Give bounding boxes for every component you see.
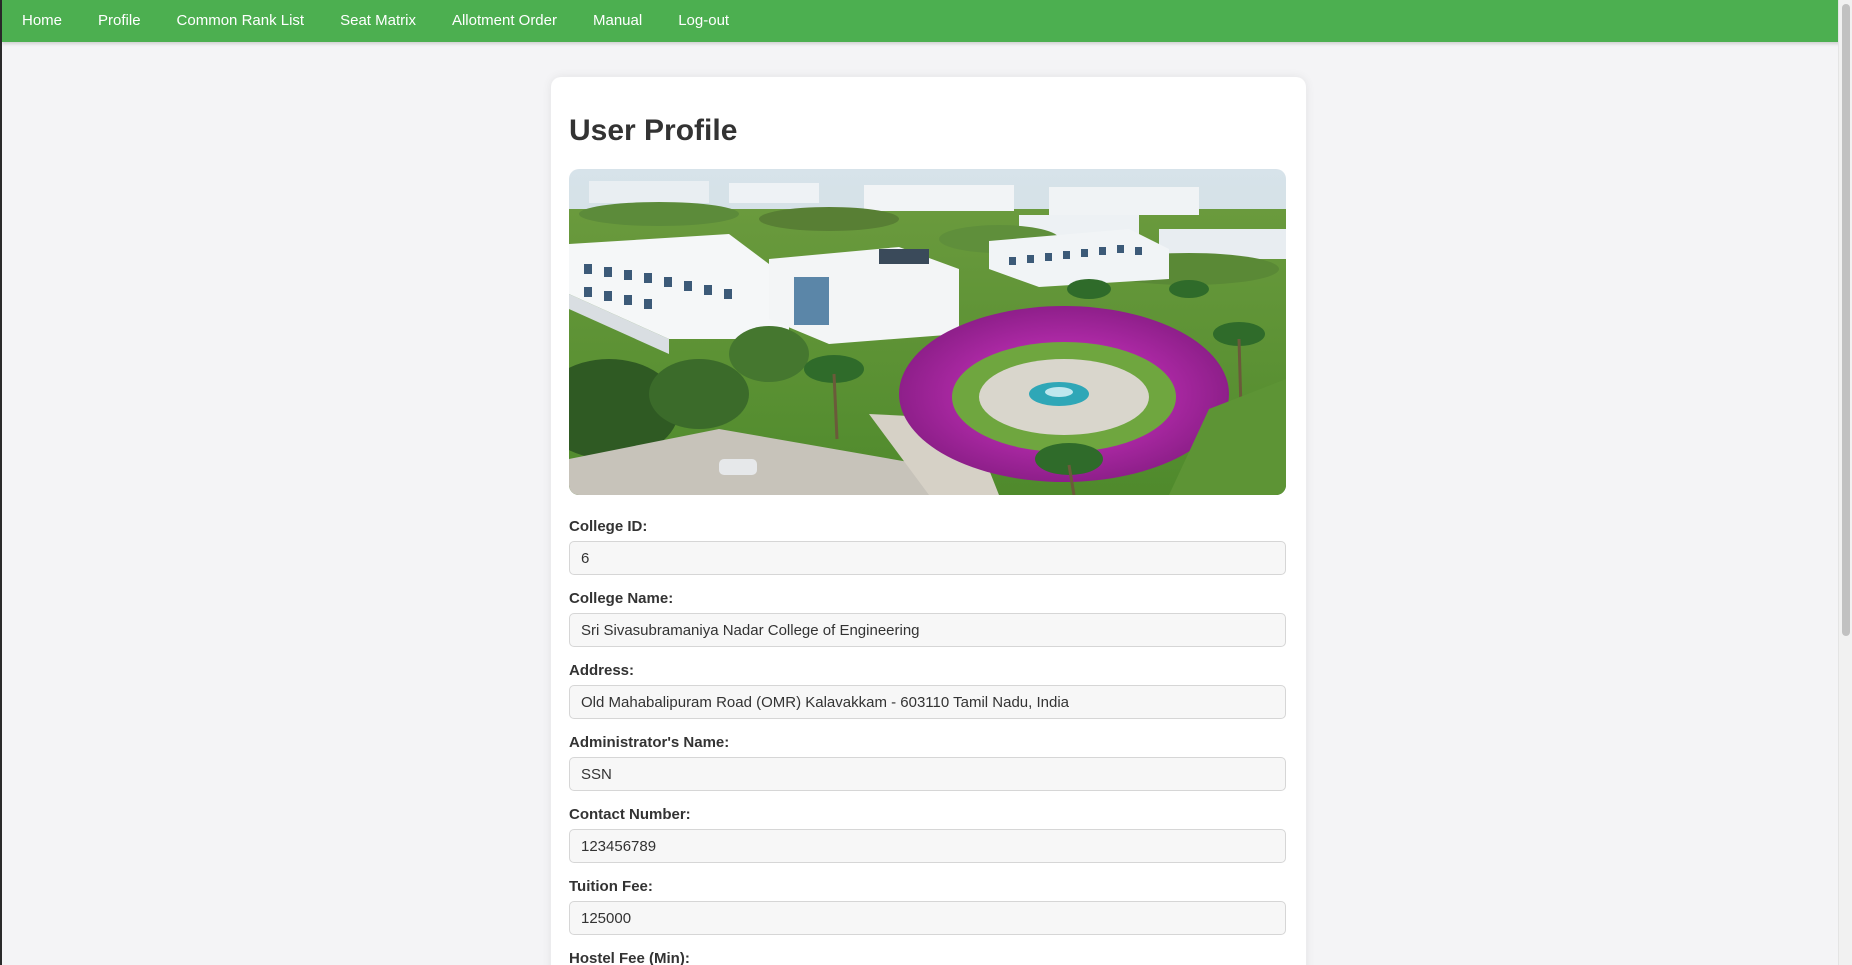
- nav-link-home[interactable]: Home: [4, 0, 80, 42]
- top-navbar: Home Profile Common Rank List Seat Matri…: [2, 0, 1852, 42]
- administrator-name-input[interactable]: [569, 757, 1286, 791]
- field-tuition-fee: Tuition Fee:: [569, 878, 1288, 935]
- contact-number-label: Contact Number:: [569, 806, 691, 823]
- field-contact-number: Contact Number:: [569, 806, 1288, 863]
- college-name-label: College Name:: [569, 590, 674, 607]
- tuition-fee-label: Tuition Fee:: [569, 878, 653, 895]
- college-name-input[interactable]: [569, 613, 1286, 647]
- administrator-name-label: Administrator's Name:: [569, 734, 730, 751]
- profile-card: User Profile College ID: 6 College Name:…: [551, 77, 1306, 965]
- college-id-input[interactable]: [569, 541, 1286, 575]
- nav-link-allotment-order[interactable]: Allotment Order: [434, 0, 575, 42]
- page-scrollbar[interactable]: [1838, 0, 1852, 965]
- nav-link-common-rank-list[interactable]: Common Rank List: [159, 0, 323, 42]
- campus-hero-image: [569, 169, 1286, 495]
- field-administrator-name: Administrator's Name:: [569, 734, 1288, 791]
- tuition-fee-input[interactable]: [569, 901, 1286, 935]
- nav-link-logout[interactable]: Log-out: [660, 0, 747, 42]
- hostel-fee-min-label: Hostel Fee (Min):: [569, 950, 690, 965]
- scrollbar-thumb[interactable]: [1842, 4, 1850, 636]
- address-input[interactable]: [569, 685, 1286, 719]
- field-address: Address:: [569, 662, 1288, 719]
- page-title: User Profile: [569, 114, 738, 147]
- contact-number-input[interactable]: [569, 829, 1286, 863]
- nav-link-seat-matrix[interactable]: Seat Matrix: [322, 0, 434, 42]
- field-hostel-fee-min: Hostel Fee (Min):: [569, 950, 1288, 965]
- nav-link-profile[interactable]: Profile: [80, 0, 159, 42]
- college-id-label: College ID:: [569, 518, 648, 535]
- address-label: Address:: [569, 662, 635, 679]
- field-college-name: College Name:: [569, 590, 1288, 647]
- nav-link-manual[interactable]: Manual: [575, 0, 660, 42]
- field-college-id: College ID:: [569, 518, 1288, 575]
